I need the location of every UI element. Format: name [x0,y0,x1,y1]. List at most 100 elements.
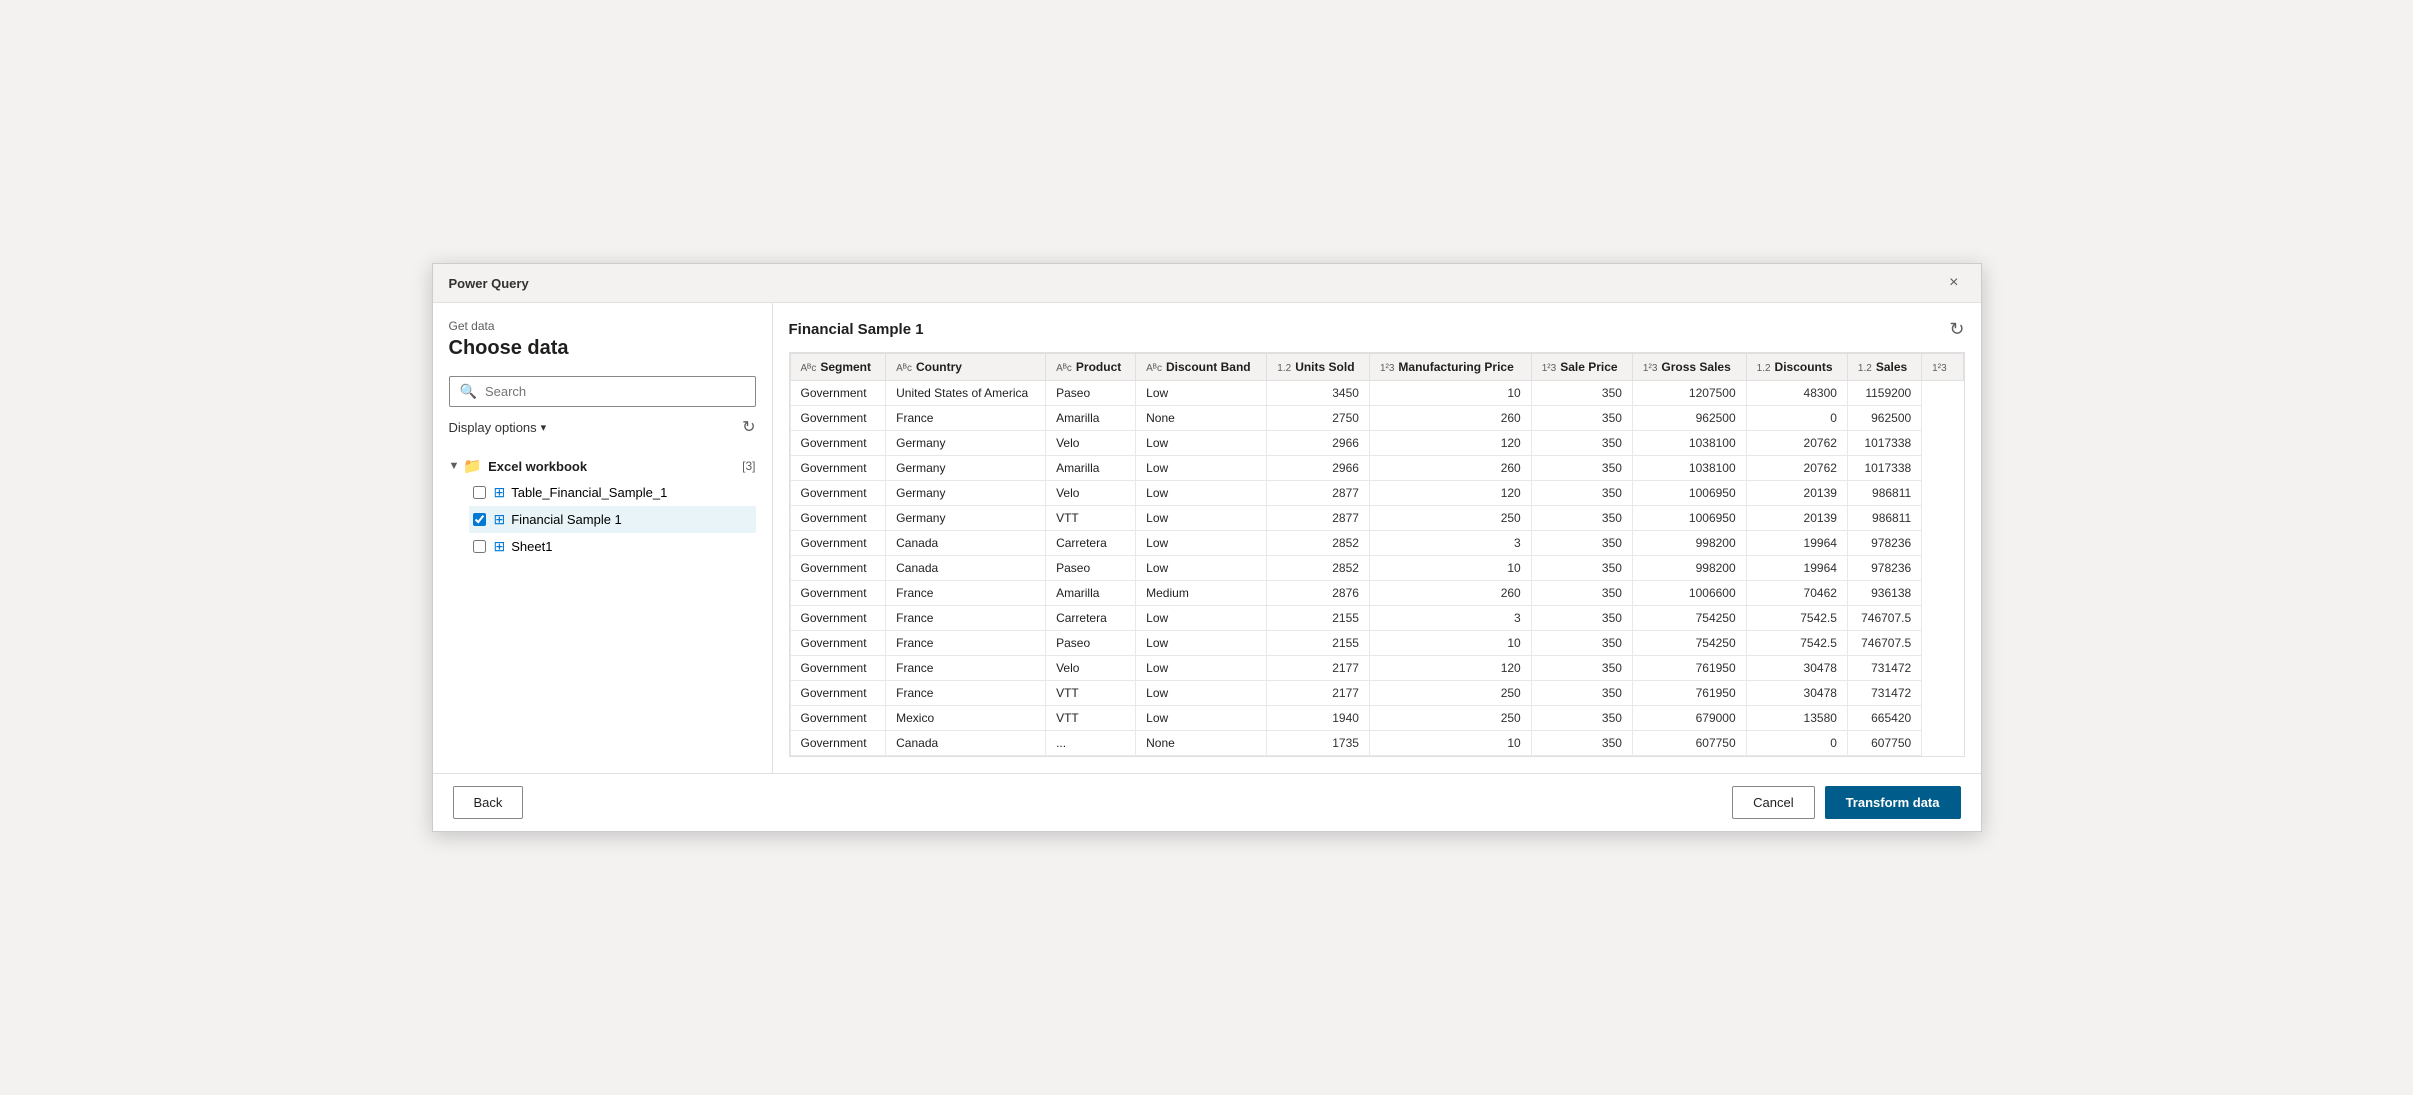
table-cell: 19964 [1746,556,1847,581]
table-cell: 962500 [1847,406,1921,431]
table-row: GovernmentCanadaPaseoLow2852103509982001… [790,556,1963,581]
table-cell: 20139 [1746,481,1847,506]
table-cell: Carretera [1046,531,1136,556]
table-cell: 350 [1531,481,1632,506]
data-table-wrapper[interactable]: AᴮcSegment AᴮcCountry AᴮcProduct AᴮcDisc… [789,352,1965,757]
table-cell: 260 [1369,456,1531,481]
table-cell: 2177 [1267,656,1370,681]
table-cell: Government [790,581,886,606]
col-product: AᴮcProduct [1046,354,1136,381]
table-cell: 1207500 [1632,381,1746,406]
table-cell: Government [790,631,886,656]
panel-refresh-button[interactable]: ↻ [1949,319,1964,340]
sidebar: Get data Choose data 🔍 Display options ▾… [433,303,773,773]
table-cell: 2852 [1267,531,1370,556]
table-cell: Low [1136,456,1267,481]
table-cell: 746707.5 [1847,606,1921,631]
table-cell: Germany [886,506,1046,531]
table-row: GovernmentCanadaCarreteraLow285233509982… [790,531,1963,556]
sidebar-refresh-button[interactable]: ↻ [742,417,755,437]
table-cell: Government [790,556,886,581]
transform-data-button[interactable]: Transform data [1825,786,1961,819]
table-cell: 350 [1531,456,1632,481]
table-cell: 1017338 [1847,431,1921,456]
col-discount-band: AᴮcDiscount Band [1136,354,1267,381]
chevron-down-icon: ▾ [541,421,547,434]
table-cell: Government [790,456,886,481]
table-cell: 19964 [1746,531,1847,556]
tree-child-2[interactable]: ⊞ Sheet1 [469,533,756,560]
checkbox-sheet1[interactable] [473,540,486,553]
table-cell: Low [1136,656,1267,681]
search-box[interactable]: 🔍 [449,376,756,407]
tree-root[interactable]: ▼ 📁 Excel workbook [3] [449,453,756,479]
table-cell: Government [790,381,886,406]
table-header-row: AᴮcSegment AᴮcCountry AᴮcProduct AᴮcDisc… [790,354,1963,381]
tree-child-0[interactable]: ⊞ Table_Financial_Sample_1 [469,479,756,506]
table-cell: Government [790,406,886,431]
table-cell: 761950 [1632,656,1746,681]
table-cell: Government [790,731,886,756]
get-data-label: Get data [449,319,756,333]
col-units-sold: 1.2Units Sold [1267,354,1370,381]
window-title: Power Query [449,276,529,291]
table-cell: Government [790,481,886,506]
table-row: GovernmentFranceCarreteraLow215533507542… [790,606,1963,631]
col-country: AᴮcCountry [886,354,1046,381]
table-cell: 986811 [1847,506,1921,531]
table-cell: 7542.5 [1746,631,1847,656]
table-row: GovernmentMexicoVTTLow194025035067900013… [790,706,1963,731]
table-cell: 2876 [1267,581,1370,606]
cancel-button[interactable]: Cancel [1732,786,1814,819]
table-cell: 20762 [1746,431,1847,456]
table-row: GovernmentFranceAmarillaMedium2876260350… [790,581,1963,606]
table-cell: France [886,631,1046,656]
checkbox-financial-sample[interactable] [473,513,486,526]
col-gross-sales: 1²3Gross Sales [1632,354,1746,381]
table-cell: 2877 [1267,506,1370,531]
table-cell: 1038100 [1632,456,1746,481]
table-cell: 10 [1369,631,1531,656]
table-cell: Amarilla [1046,581,1136,606]
table-cell: 70462 [1746,581,1847,606]
checkbox-table-financial[interactable] [473,486,486,499]
table-cell: 1006600 [1632,581,1746,606]
table-cell: 731472 [1847,656,1921,681]
table-cell: Mexico [886,706,1046,731]
table-row: GovernmentFranceVeloLow21771203507619503… [790,656,1963,681]
table-cell: 746707.5 [1847,631,1921,656]
table-cell: 679000 [1632,706,1746,731]
table-cell: Carretera [1046,606,1136,631]
table-cell: 350 [1531,606,1632,631]
table-cell: 1159200 [1847,381,1921,406]
display-options-button[interactable]: Display options ▾ ↻ [449,417,756,437]
table-cell: 260 [1369,406,1531,431]
power-query-window: Power Query × Get data Choose data 🔍 Dis… [432,263,1982,832]
expand-icon: ▼ [449,460,460,472]
display-options-label: Display options [449,420,537,435]
table-cell: Germany [886,456,1046,481]
table-cell: Velo [1046,481,1136,506]
table-cell: France [886,406,1046,431]
table-cell: 2155 [1267,606,1370,631]
table-cell: 986811 [1847,481,1921,506]
table-cell: 350 [1531,731,1632,756]
table-cell: Low [1136,706,1267,731]
table-cell: Low [1136,606,1267,631]
table-row: GovernmentFranceVTTLow217725035076195030… [790,681,1963,706]
tree-root-count: [3] [742,459,755,473]
tree-child-label-0: Table_Financial_Sample_1 [511,485,667,500]
table-cell: 30478 [1746,681,1847,706]
table-cell: VTT [1046,706,1136,731]
table-cell: 350 [1531,581,1632,606]
back-button[interactable]: Back [453,786,524,819]
table-cell: 962500 [1632,406,1746,431]
close-button[interactable]: × [1943,272,1964,294]
table-cell: France [886,656,1046,681]
table-cell: Paseo [1046,381,1136,406]
table-cell: 10 [1369,556,1531,581]
table-cell: 1735 [1267,731,1370,756]
search-input[interactable] [485,384,745,399]
tree-child-1[interactable]: ⊞ Financial Sample 1 [469,506,756,533]
table-cell: 3 [1369,606,1531,631]
